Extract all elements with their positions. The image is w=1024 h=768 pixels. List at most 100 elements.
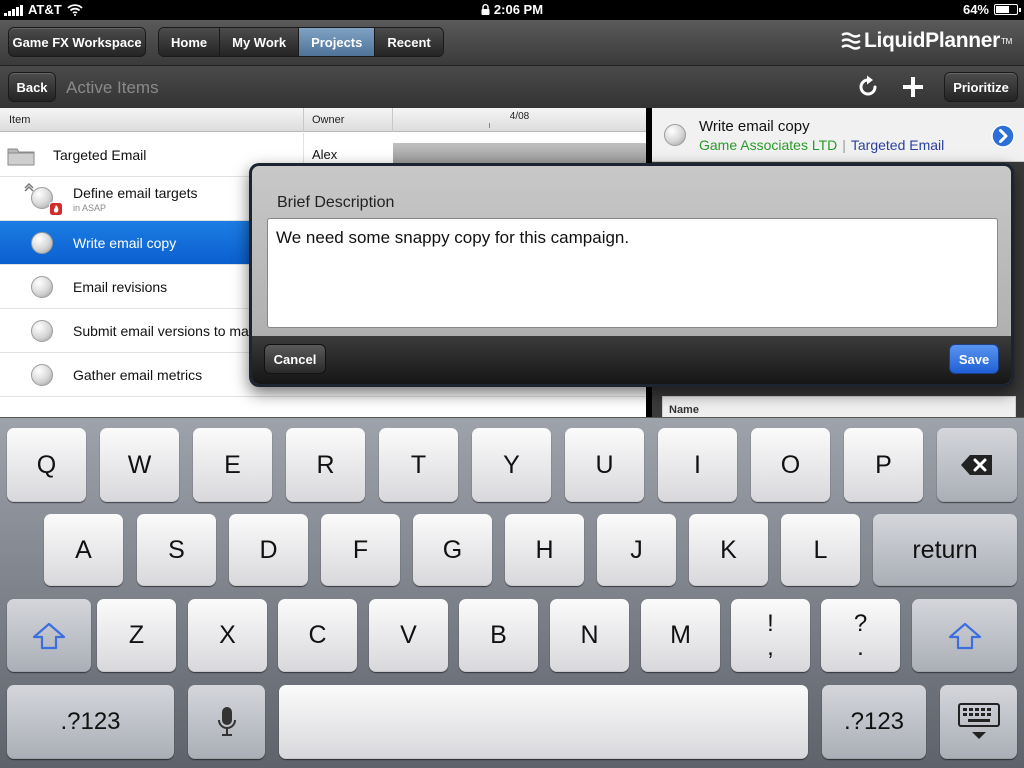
column-owner[interactable]: Owner [303, 108, 352, 132]
hide-keyboard-key[interactable] [940, 685, 1017, 759]
column-date: 4/08 [392, 108, 646, 132]
item-label: Submit email versions to ma [73, 323, 249, 339]
key-exclaim-comma[interactable]: !, [731, 599, 810, 672]
cancel-button[interactable]: Cancel [264, 344, 326, 374]
battery-percent: 64% [962, 2, 989, 17]
nav-projects[interactable]: Projects [299, 28, 376, 56]
status-bullet-icon[interactable] [664, 124, 686, 146]
status-bullet-icon[interactable] [31, 232, 53, 254]
dialog-footer: Cancel Save [252, 336, 1011, 384]
key-r[interactable]: R [286, 428, 365, 502]
shift-arrow-icon [948, 622, 981, 649]
liquidplanner-logo: LiquidPlanner TM [841, 29, 1012, 53]
key-b[interactable]: B [459, 599, 538, 672]
item-label: Gather email metrics [73, 367, 203, 383]
key-comma-label: , [767, 633, 774, 661]
item-label: Email revisions [73, 279, 168, 295]
detail-breadcrumb: Game Associates LTD | Targeted Email [699, 137, 944, 153]
key-z[interactable]: Z [97, 599, 176, 672]
key-question-period[interactable]: ?. [821, 599, 900, 672]
status-bullet-icon[interactable] [31, 276, 53, 298]
key-u[interactable]: U [565, 428, 644, 502]
on-screen-keyboard: Q W E R T Y U I O P A S D F G H J K L re… [0, 417, 1024, 768]
alert-badge-icon [49, 202, 63, 216]
microphone-icon [217, 707, 236, 736]
disclosure-arrow-icon[interactable] [991, 124, 1015, 148]
key-a[interactable]: A [44, 514, 123, 586]
status-bullet-icon[interactable] [31, 320, 53, 342]
add-icon[interactable] [900, 74, 926, 100]
status-bar: AT&T 2:06 PM 64% [0, 0, 1024, 20]
status-bullet-icon[interactable] [31, 364, 53, 386]
top-toolbar: Game FX Workspace Home My Work Projects … [0, 20, 1024, 66]
return-key[interactable]: return [873, 514, 1017, 586]
numbers-key-left[interactable]: .?123 [7, 685, 174, 759]
key-v[interactable]: V [369, 599, 448, 672]
timeline-tick [489, 123, 490, 128]
dialog-title: Brief Description [277, 194, 395, 211]
key-period-label: . [857, 633, 864, 661]
gantt-bar [393, 143, 646, 163]
key-n[interactable]: N [550, 599, 629, 672]
hide-keyboard-icon [957, 703, 1000, 739]
key-y[interactable]: Y [472, 428, 551, 502]
key-t[interactable]: T [379, 428, 458, 502]
detail-client-link[interactable]: Game Associates LTD [699, 137, 837, 153]
column-item[interactable]: Item [9, 114, 30, 126]
key-k[interactable]: K [689, 514, 768, 586]
key-o[interactable]: O [751, 428, 830, 502]
key-question-label: ? [853, 609, 868, 637]
key-m[interactable]: M [641, 599, 720, 672]
folder-icon [7, 148, 35, 166]
nav-recent[interactable]: Recent [375, 28, 443, 56]
detail-separator: | [842, 137, 846, 153]
shift-key-left[interactable] [7, 599, 91, 672]
key-p[interactable]: P [844, 428, 923, 502]
detail-project-link[interactable]: Targeted Email [851, 137, 944, 153]
item-label: Define email targets [73, 185, 198, 201]
logo-trademark: TM [1001, 36, 1012, 46]
key-l[interactable]: L [781, 514, 860, 586]
lock-icon [481, 4, 490, 15]
key-s[interactable]: S [137, 514, 216, 586]
key-w[interactable]: W [100, 428, 179, 502]
workspace-button[interactable]: Game FX Workspace [8, 27, 146, 57]
list-column-header: Item Owner 4/08 [0, 108, 646, 132]
space-key[interactable] [279, 685, 808, 759]
key-j[interactable]: J [597, 514, 676, 586]
prioritize-button[interactable]: Prioritize [944, 72, 1018, 102]
save-button[interactable]: Save [949, 344, 999, 374]
detail-card[interactable]: Write email copy Game Associates LTD | Tar… [652, 108, 1024, 162]
logo-text: LiquidPlanner [863, 29, 1001, 52]
page-title: Active Items [66, 78, 159, 97]
key-e[interactable]: E [193, 428, 272, 502]
detail-title: Write email copy [699, 118, 810, 135]
numbers-key-right[interactable]: .?123 [822, 685, 926, 759]
description-textarea[interactable] [267, 218, 998, 328]
key-d[interactable]: D [229, 514, 308, 586]
nav-my-work[interactable]: My Work [220, 28, 300, 56]
name-column-header: Name [662, 396, 1016, 418]
dictation-key[interactable] [188, 685, 265, 759]
key-g[interactable]: G [413, 514, 492, 586]
key-x[interactable]: X [188, 599, 267, 672]
item-label: Write email copy [73, 235, 177, 251]
shift-key-right[interactable] [912, 599, 1017, 672]
key-exclaim-label: ! [767, 609, 774, 637]
timeline-date-label: 4/08 [509, 111, 530, 122]
key-f[interactable]: F [321, 514, 400, 586]
key-h[interactable]: H [505, 514, 584, 586]
brief-description-dialog: Brief Description Cancel Save [249, 163, 1014, 387]
shift-arrow-icon [32, 622, 66, 649]
nav-home[interactable]: Home [159, 28, 221, 56]
backspace-icon [961, 455, 992, 475]
delete-key[interactable] [937, 428, 1017, 502]
logo-waves-icon [841, 32, 861, 50]
refresh-icon[interactable] [855, 74, 881, 100]
battery-icon [994, 4, 1021, 15]
key-i[interactable]: I [658, 428, 737, 502]
back-button[interactable]: Back [8, 72, 56, 102]
key-c[interactable]: C [278, 599, 357, 672]
nav-segmented-control: Home My Work Projects Recent [158, 27, 444, 57]
key-q[interactable]: Q [7, 428, 86, 502]
